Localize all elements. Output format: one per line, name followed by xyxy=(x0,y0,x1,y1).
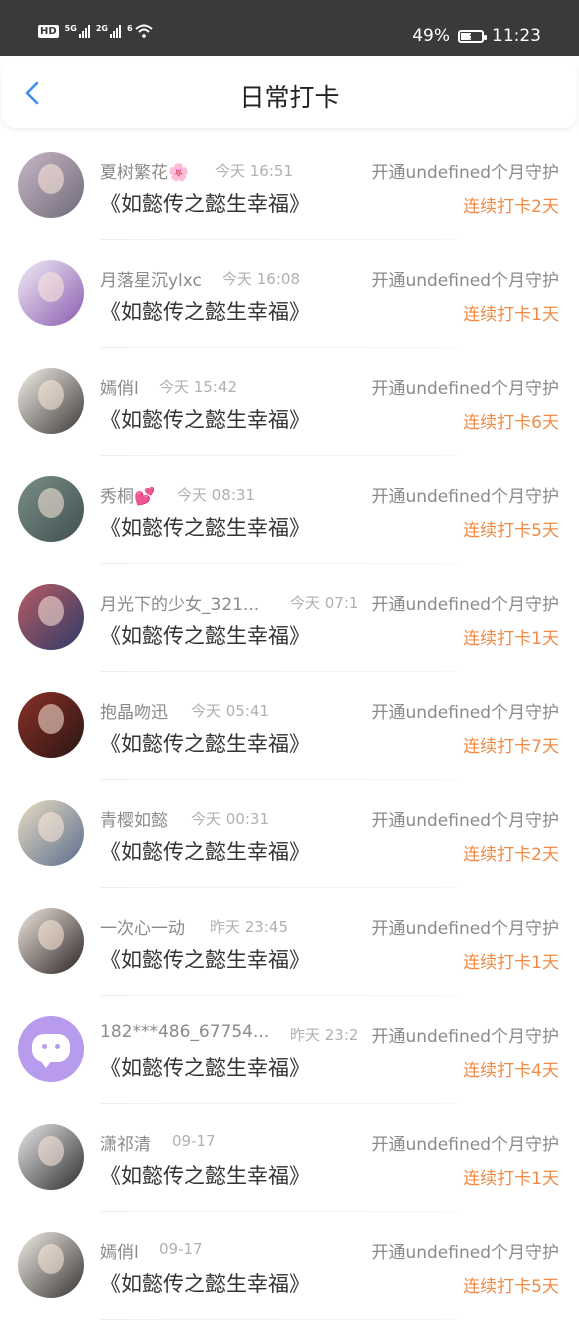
checkin-time: 今天 16:51 xyxy=(215,162,293,180)
checkin-time: 09-17 xyxy=(172,1132,216,1150)
avatar[interactable] xyxy=(18,692,84,758)
streak-label: 连续打卡5天 xyxy=(463,521,559,541)
guard-info: 开通undefined个月守护 xyxy=(369,806,559,831)
drama-title[interactable]: 《如懿传之懿生幸福》 xyxy=(100,512,310,542)
list-item[interactable]: 夏树繁花🌸 今天 16:51 开通undefined个月守护 《如懿传之懿生幸福… xyxy=(0,132,579,240)
list-item[interactable]: 182***486_67754... 昨天 23:2 开通undefined个月… xyxy=(0,996,579,1104)
drama-title[interactable]: 《如懿传之懿生幸福》 xyxy=(100,944,310,974)
avatar[interactable] xyxy=(18,908,84,974)
clock: 11:23 xyxy=(492,26,541,46)
checkin-time: 今天 07:1 xyxy=(290,594,359,612)
user-name[interactable]: 秀桐💕 xyxy=(100,482,155,507)
hd-icon: HD xyxy=(38,24,59,38)
user-name[interactable]: 嫣俏l xyxy=(100,1238,139,1263)
list-item[interactable]: 嫣俏l 09-17 开通undefined个月守护 《如懿传之懿生幸福》 连续打… xyxy=(0,1212,579,1320)
guard-info: 开通undefined个月守护 xyxy=(369,698,559,723)
streak-label: 连续打卡1天 xyxy=(463,1169,559,1189)
streak-label: 连续打卡2天 xyxy=(463,197,559,217)
list-item[interactable]: 潇祁清 09-17 开通undefined个月守护 《如懿传之懿生幸福》 连续打… xyxy=(0,1104,579,1212)
guard-info: 开通undefined个月守护 xyxy=(369,1130,559,1155)
avatar[interactable] xyxy=(18,800,84,866)
streak-label: 连续打卡4天 xyxy=(463,1061,559,1081)
avatar[interactable] xyxy=(18,1016,84,1082)
list-item[interactable]: 秀桐💕 今天 08:31 开通undefined个月守护 《如懿传之懿生幸福》 … xyxy=(0,456,579,564)
user-name[interactable]: 一次心一动 xyxy=(100,914,185,939)
nav-bar: 日常打卡 xyxy=(2,58,577,128)
list-item[interactable]: 抱晶吻迅 今天 05:41 开通undefined个月守护 《如懿传之懿生幸福》… xyxy=(0,672,579,780)
signal-icon: 5G xyxy=(65,24,90,38)
battery-icon: ⚡ xyxy=(458,29,487,43)
guard-info: 开通undefined个月守护 xyxy=(369,374,559,399)
user-name[interactable]: 月落星沉ylxc xyxy=(100,266,202,291)
guard-info: 开通undefined个月守护 xyxy=(369,1238,559,1263)
battery-percent: 49% xyxy=(412,26,450,46)
streak-label: 连续打卡6天 xyxy=(463,413,559,433)
list-item[interactable]: 嫣俏l 今天 15:42 开通undefined个月守护 《如懿传之懿生幸福》 … xyxy=(0,348,579,456)
drama-title[interactable]: 《如懿传之懿生幸福》 xyxy=(100,836,310,866)
checkin-time: 今天 05:41 xyxy=(191,702,269,720)
list-item[interactable]: 月落星沉ylxc 今天 16:08 开通undefined个月守护 《如懿传之懿… xyxy=(0,240,579,348)
avatar[interactable] xyxy=(18,260,84,326)
checkin-time: 昨天 23:45 xyxy=(210,918,288,936)
user-name[interactable]: 抱晶吻迅 xyxy=(100,698,168,723)
guard-info: 开通undefined个月守护 xyxy=(369,914,559,939)
list-item[interactable]: 一次心一动 昨天 23:45 开通undefined个月守护 《如懿传之懿生幸福… xyxy=(0,888,579,996)
user-name[interactable]: 潇祁清 xyxy=(100,1130,151,1155)
checkin-time: 09-17 xyxy=(159,1240,203,1258)
streak-label: 连续打卡1天 xyxy=(463,629,559,649)
page-title: 日常打卡 xyxy=(239,83,340,112)
drama-title[interactable]: 《如懿传之懿生幸福》 xyxy=(100,188,310,218)
streak-label: 连续打卡5天 xyxy=(463,1277,559,1297)
network-indicators: HD 5G 2G 6 xyxy=(38,24,153,38)
drama-title[interactable]: 《如懿传之懿生幸福》 xyxy=(100,620,310,650)
avatar[interactable] xyxy=(18,368,84,434)
checkin-time: 今天 16:08 xyxy=(222,270,300,288)
streak-label: 连续打卡7天 xyxy=(463,737,559,757)
avatar[interactable] xyxy=(18,1124,84,1190)
drama-title[interactable]: 《如懿传之懿生幸福》 xyxy=(100,296,310,326)
status-bar: HD 5G 2G 6 49% ⚡ 11:23 xyxy=(0,0,579,56)
avatar[interactable] xyxy=(18,1232,84,1298)
checkin-time: 今天 08:31 xyxy=(177,486,255,504)
drama-title[interactable]: 《如懿传之懿生幸福》 xyxy=(100,1160,310,1190)
user-name[interactable]: 青樱如懿 xyxy=(100,806,168,831)
streak-label: 连续打卡2天 xyxy=(463,845,559,865)
checkin-time: 今天 00:31 xyxy=(191,810,269,828)
drama-title[interactable]: 《如懿传之懿生幸福》 xyxy=(100,1268,310,1298)
checkin-time: 昨天 23:2 xyxy=(290,1026,359,1044)
signal-icon-2: 2G xyxy=(96,24,121,38)
drama-title[interactable]: 《如懿传之懿生幸福》 xyxy=(100,728,310,758)
list-item[interactable]: 月光下的少女_321... 今天 07:1 开通undefined个月守护 《如… xyxy=(0,564,579,672)
avatar[interactable] xyxy=(18,476,84,542)
user-name[interactable]: 夏树繁花🌸 xyxy=(100,158,189,183)
list-item[interactable]: 青樱如懿 今天 00:31 开通undefined个月守护 《如懿传之懿生幸福》… xyxy=(0,780,579,888)
user-name[interactable]: 嫣俏l xyxy=(100,374,139,399)
drama-title[interactable]: 《如懿传之懿生幸福》 xyxy=(100,404,310,434)
chat-bubble-icon xyxy=(32,1034,70,1068)
streak-label: 连续打卡1天 xyxy=(463,305,559,325)
guard-info: 开通undefined个月守护 xyxy=(369,266,559,291)
drama-title[interactable]: 《如懿传之懿生幸福》 xyxy=(100,1052,310,1082)
streak-label: 连续打卡1天 xyxy=(463,953,559,973)
wifi-icon: 6 xyxy=(127,24,153,38)
user-name[interactable]: 182***486_67754... xyxy=(100,1022,269,1042)
status-right: 49% ⚡ 11:23 xyxy=(412,26,541,46)
guard-info: 开通undefined个月守护 xyxy=(369,1022,559,1047)
avatar[interactable] xyxy=(18,152,84,218)
guard-info: 开通undefined个月守护 xyxy=(369,590,559,615)
guard-info: 开通undefined个月守护 xyxy=(369,158,559,183)
avatar[interactable] xyxy=(18,584,84,650)
user-name[interactable]: 月光下的少女_321... xyxy=(100,590,259,615)
checkin-time: 今天 15:42 xyxy=(159,378,237,396)
guard-info: 开通undefined个月守护 xyxy=(369,482,559,507)
checkin-list: 夏树繁花🌸 今天 16:51 开通undefined个月守护 《如懿传之懿生幸福… xyxy=(0,132,579,1320)
